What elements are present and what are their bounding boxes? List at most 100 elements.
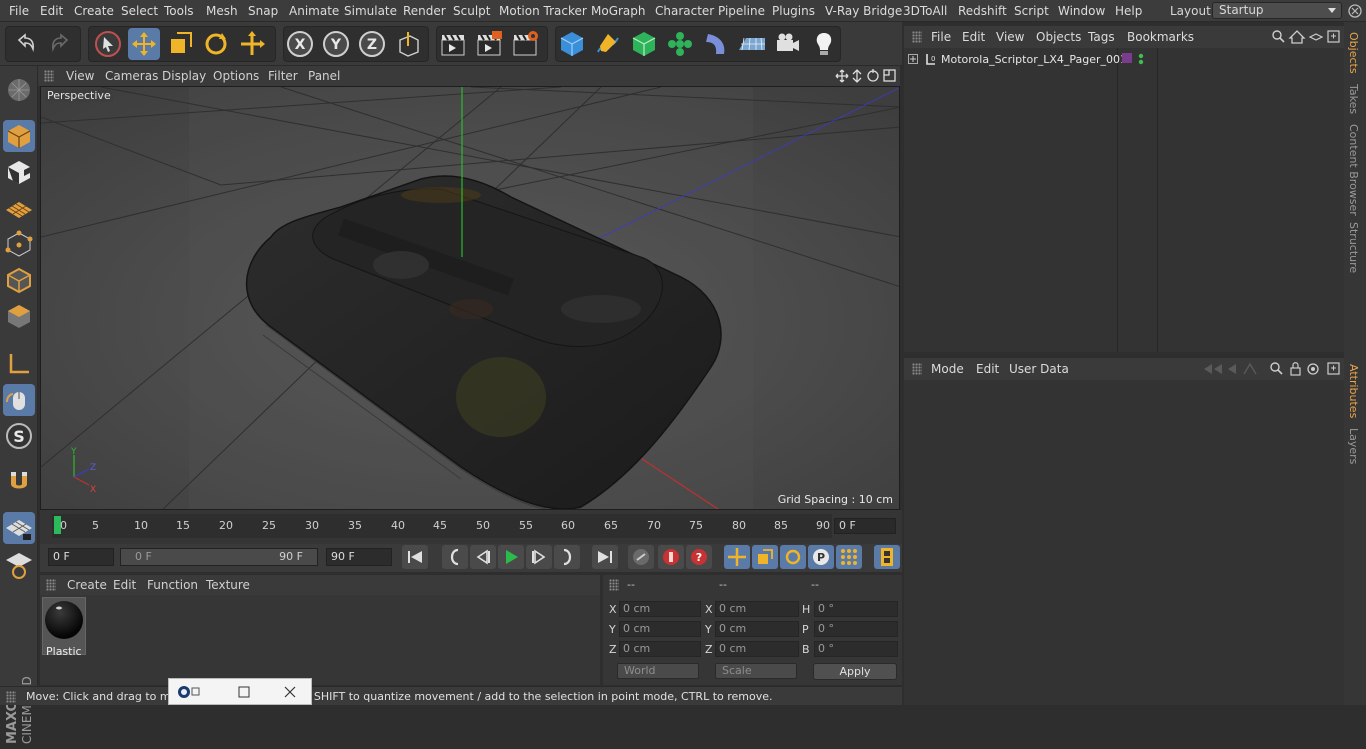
tweak-mode-button[interactable] (3, 384, 35, 416)
menu-window[interactable]: Window (1058, 4, 1105, 18)
viewport-menu-filter[interactable]: Filter (268, 69, 298, 83)
cloner-button[interactable] (664, 28, 696, 60)
tab-objects[interactable]: Objects (1347, 32, 1360, 74)
expand-plus-icon[interactable] (908, 54, 918, 64)
coordinate-system-button[interactable] (392, 28, 424, 60)
menu-pipeline[interactable]: Pipeline (718, 4, 765, 18)
menu-create[interactable]: Create (74, 4, 114, 18)
menu-render[interactable]: Render (403, 4, 446, 18)
material-swatch[interactable]: Plastic (42, 597, 86, 658)
viewport-menu-cameras[interactable]: Cameras (105, 69, 158, 83)
menu-help[interactable]: Help (1115, 4, 1142, 18)
menu-mesh[interactable]: Mesh (206, 4, 238, 18)
pos-z-field[interactable]: 0 cm (619, 641, 701, 657)
rot-b-field[interactable]: 0 ° (814, 641, 898, 657)
redo-button[interactable] (44, 28, 76, 60)
timeline-window-button[interactable] (874, 545, 900, 569)
menu-mograph[interactable]: MoGraph (591, 4, 646, 18)
om-menu-tags[interactable]: Tags (1088, 30, 1115, 44)
maximize-icon[interactable] (237, 685, 251, 699)
floor-object-button[interactable] (736, 28, 768, 60)
keyframe-selection-button[interactable]: ? (686, 545, 712, 569)
menu-sculpt[interactable]: Sculpt (453, 4, 490, 18)
material-menu-edit[interactable]: Edit (113, 578, 136, 592)
size-y-field[interactable]: 0 cm (715, 621, 799, 637)
next-frame-button[interactable] (526, 545, 552, 569)
max-time-field[interactable]: 90 F (326, 548, 392, 566)
om-menu-file[interactable]: File (931, 30, 951, 44)
coordinate-space-dropdown[interactable]: World (617, 663, 699, 679)
perspective-viewport[interactable]: Y Z X Perspective Grid Spacing : 10 cm (40, 86, 900, 510)
layout-select[interactable]: Startup (1212, 2, 1342, 19)
go-to-start-button[interactable] (402, 545, 428, 569)
render-to-picture-viewer-button[interactable] (473, 28, 505, 60)
am-menu-user-data[interactable]: User Data (1009, 362, 1069, 376)
make-editable-button[interactable] (3, 72, 35, 104)
menu-motion-tracker[interactable]: Motion Tracker (499, 4, 587, 18)
spline-pen-button[interactable] (592, 28, 624, 60)
menu-character[interactable]: Character (655, 4, 714, 18)
preview-range-slider[interactable]: 0 F 90 F (120, 548, 318, 566)
z-axis-button[interactable]: Z (356, 28, 388, 60)
previous-key-button[interactable] (442, 545, 468, 569)
scale-tool-button[interactable] (164, 28, 196, 60)
size-mode-dropdown[interactable]: Scale (715, 663, 797, 679)
material-menu-create[interactable]: Create (67, 578, 107, 592)
am-header-icons[interactable] (1202, 361, 1342, 377)
y-axis-button[interactable]: Y (320, 28, 352, 60)
solo-button[interactable]: S (3, 420, 35, 452)
rot-h-field[interactable]: 0 ° (814, 601, 898, 617)
menu-animate[interactable]: Animate (289, 4, 339, 18)
menu-plugins[interactable]: Plugins (772, 4, 815, 18)
autokeying-button[interactable] (658, 545, 684, 569)
model-mode-button[interactable] (3, 120, 35, 152)
menu-snap[interactable]: Snap (248, 4, 278, 18)
om-menu-edit[interactable]: Edit (962, 30, 985, 44)
am-menu-edit[interactable]: Edit (976, 362, 999, 376)
menu-edit[interactable]: Edit (40, 4, 63, 18)
om-menu-bookmarks[interactable]: Bookmarks (1127, 30, 1194, 44)
viewport-menu-options[interactable]: Options (213, 69, 259, 83)
object-name[interactable]: Motorola_Scriptor_LX4_Pager_001 (941, 53, 1127, 66)
om-menu-objects[interactable]: Objects (1036, 30, 1081, 44)
axis-mode-button[interactable] (3, 348, 35, 380)
close-icon[interactable] (283, 685, 297, 699)
key-rotation-button[interactable] (780, 545, 806, 569)
snap-toggle-button[interactable] (3, 466, 35, 498)
transform-tool-button[interactable] (236, 28, 268, 60)
menu-select[interactable]: Select (121, 4, 158, 18)
live-selection-button[interactable] (92, 28, 124, 60)
am-menu-mode[interactable]: Mode (931, 362, 964, 376)
layer-color-swatch[interactable] (1122, 53, 1132, 63)
timeline-ruler[interactable]: 0 5 10 15 20 25 30 35 40 45 50 55 60 65 … (40, 510, 902, 544)
x-axis-button[interactable]: X (284, 28, 316, 60)
camera-object-button[interactable] (772, 28, 804, 60)
go-to-end-button[interactable] (592, 545, 618, 569)
window-menu-icon[interactable] (1346, 2, 1364, 20)
locked-workplane-button[interactable] (3, 548, 35, 580)
min-time-field[interactable]: 0 F (48, 548, 114, 566)
rotate-tool-button[interactable] (200, 28, 232, 60)
previous-frame-button[interactable] (470, 545, 496, 569)
timeline-track[interactable]: 0 5 10 15 20 25 30 35 40 45 50 55 60 65 … (52, 514, 832, 538)
play-forward-button[interactable] (498, 545, 524, 569)
deformer-button[interactable] (700, 28, 732, 60)
om-menu-view[interactable]: View (996, 30, 1024, 44)
key-parameter-button[interactable]: P (808, 545, 834, 569)
workplane-snap-button[interactable] (3, 512, 35, 544)
tab-attributes[interactable]: Attributes (1347, 364, 1360, 418)
cube-object-button[interactable] (556, 28, 588, 60)
light-object-button[interactable] (808, 28, 840, 60)
menu-vray-bridge[interactable]: V-Ray Bridge (825, 4, 902, 18)
size-z-field[interactable]: 0 cm (715, 641, 799, 657)
menu-redshift[interactable]: Redshift (958, 4, 1007, 18)
cinema4d-app-icon[interactable] (177, 685, 201, 699)
menu-3dtoall[interactable]: 3DToAll (903, 4, 947, 18)
record-keys-button[interactable] (628, 545, 654, 569)
viewport-menu-panel[interactable]: Panel (308, 69, 340, 83)
apply-button[interactable]: Apply (813, 663, 897, 680)
render-view-button[interactable] (437, 28, 469, 60)
texture-mode-button[interactable] (3, 156, 35, 188)
current-frame-field[interactable]: 0 F (834, 518, 896, 534)
viewport-nav-icons[interactable] (834, 68, 898, 84)
